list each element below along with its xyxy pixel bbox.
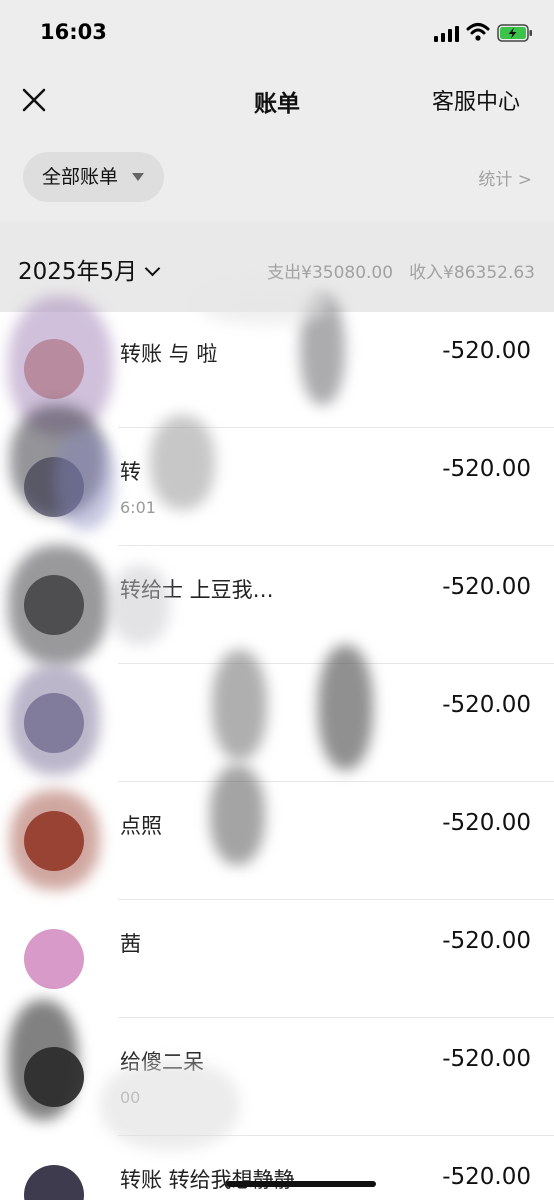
status-time: 16:03 (40, 20, 107, 44)
transaction-row[interactable]: 给傻二呆 00-520.00 (0, 1018, 554, 1136)
customer-service-link[interactable]: 客服中心 (432, 84, 520, 116)
filter-label: 全部账单 (42, 166, 119, 188)
status-bar: 16:03 (0, 0, 554, 66)
battery-charging-icon (497, 24, 532, 42)
income-total: 收入¥86352.63 (409, 263, 535, 283)
transaction-amount: -520.00 (442, 574, 531, 600)
caret-down-icon (132, 173, 145, 181)
transaction-amount: -520.00 (442, 810, 531, 836)
expense-total: 支出¥35080.00 (267, 263, 394, 283)
avatar (24, 929, 84, 989)
avatar (24, 1165, 84, 1200)
stats-link[interactable]: 统计 > (478, 165, 532, 190)
cellular-signal-icon (434, 26, 459, 42)
transaction-title: 转账 与 啦 (120, 342, 218, 366)
transaction-row[interactable]: 转账 转给我想静静 -520.00 (0, 1136, 554, 1200)
transaction-title: 茜 (120, 932, 141, 956)
chevron-down-icon (144, 260, 161, 277)
bill-type-filter[interactable]: 全部账单 (23, 152, 165, 202)
transaction-amount: -520.00 (442, 1164, 531, 1190)
transaction-amount: -520.00 (442, 456, 531, 482)
wifi-icon (466, 23, 490, 41)
month-label: 2025年5月 (18, 259, 138, 285)
transaction-amount: -520.00 (442, 692, 531, 718)
transaction-amount: -520.00 (442, 1046, 531, 1072)
transaction-amount: -520.00 (442, 928, 531, 954)
home-indicator (226, 1181, 376, 1187)
transaction-row[interactable]: 茜 -520.00 (0, 900, 554, 1018)
month-totals: 支出¥35080.00 收入¥86352.63 (267, 258, 535, 283)
close-icon[interactable] (20, 86, 48, 114)
month-selector[interactable]: 2025年5月 (18, 252, 161, 286)
nav-bar: 账单 客服中心 (0, 66, 554, 130)
transaction-time: 6:01 (120, 498, 156, 517)
transaction-amount: -520.00 (442, 338, 531, 364)
transaction-title: 转账 转给我想静静 (120, 1168, 295, 1192)
